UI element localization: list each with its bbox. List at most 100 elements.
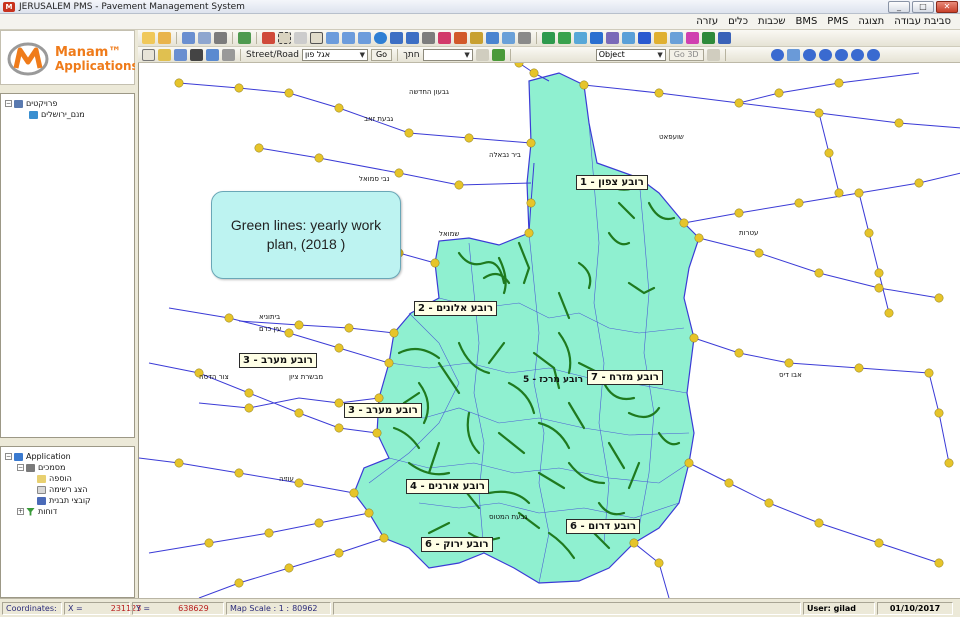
network-node[interactable] xyxy=(774,88,784,98)
save-icon[interactable] xyxy=(182,32,195,44)
network-node[interactable] xyxy=(284,88,294,98)
network-node[interactable] xyxy=(334,548,344,558)
network-node[interactable] xyxy=(464,133,474,143)
network-node[interactable] xyxy=(374,393,384,403)
network-node[interactable] xyxy=(244,388,254,398)
menu-pms[interactable]: PMS xyxy=(822,16,853,27)
redo-icon[interactable] xyxy=(406,32,419,44)
collapse-icon[interactable]: − xyxy=(5,100,12,107)
identify-icon[interactable] xyxy=(606,32,619,44)
region-label-oranim[interactable]: רובע אורנים - 4 xyxy=(406,479,489,494)
network-node[interactable] xyxy=(389,328,399,338)
network-node[interactable] xyxy=(654,88,664,98)
network-node[interactable] xyxy=(934,293,944,303)
nav-north-icon[interactable] xyxy=(866,48,880,61)
maximize-button[interactable]: □ xyxy=(912,1,934,13)
street-combo[interactable]: אגל פון ▼ xyxy=(301,48,368,61)
table-icon[interactable] xyxy=(718,32,731,44)
network-node[interactable] xyxy=(254,143,264,153)
tree-item-project[interactable]: מנם_ירושלים xyxy=(29,110,85,119)
label-icon[interactable] xyxy=(158,48,171,61)
network-node[interactable] xyxy=(174,78,184,88)
network-node[interactable] xyxy=(526,138,536,148)
network-node[interactable] xyxy=(234,578,244,588)
network-node[interactable] xyxy=(514,63,524,68)
network-node[interactable] xyxy=(430,258,440,268)
network-node[interactable] xyxy=(784,358,794,368)
pan-hand-icon[interactable] xyxy=(310,32,323,44)
network-node[interactable] xyxy=(754,248,764,258)
region-label-west-a[interactable]: רובע מערב - 3 xyxy=(239,353,317,368)
menu-view[interactable]: תצוגה xyxy=(853,16,889,27)
help-icon[interactable] xyxy=(670,32,683,44)
network-node[interactable] xyxy=(814,268,824,278)
region-label-west-b[interactable]: רובע מערב - 3 xyxy=(344,403,422,418)
map-pin-icon[interactable] xyxy=(454,32,467,44)
section-combo[interactable]: ▼ xyxy=(422,48,473,61)
region-label-north[interactable]: רובע צפון - 1 xyxy=(576,175,648,190)
settings-icon[interactable] xyxy=(654,32,667,44)
network-node[interactable] xyxy=(734,208,744,218)
network-node[interactable] xyxy=(854,188,864,198)
region-label-center[interactable]: רובע מרכז - 5 xyxy=(519,373,587,388)
network-node[interactable] xyxy=(526,198,536,208)
network-node[interactable] xyxy=(314,518,324,528)
network-node[interactable] xyxy=(684,458,694,468)
network-node[interactable] xyxy=(379,533,389,543)
network-node[interactable] xyxy=(734,348,744,358)
nav-tilt-icon[interactable] xyxy=(834,48,848,61)
network-node[interactable] xyxy=(944,458,954,468)
nav-level-icon[interactable] xyxy=(850,48,864,61)
network-node[interactable] xyxy=(334,103,344,113)
network-node[interactable] xyxy=(264,528,274,538)
collapse-icon[interactable]: − xyxy=(5,453,12,460)
nav-select-icon[interactable] xyxy=(786,48,800,61)
camera-icon[interactable] xyxy=(190,48,203,61)
g-icon[interactable] xyxy=(486,32,499,44)
network-node[interactable] xyxy=(349,488,359,498)
save-all-icon[interactable] xyxy=(198,32,211,44)
select-rectangle-icon[interactable] xyxy=(278,32,291,44)
network-node[interactable] xyxy=(894,118,904,128)
search-doc-icon[interactable] xyxy=(622,32,635,44)
star-icon[interactable] xyxy=(638,32,651,44)
network-node[interactable] xyxy=(204,538,214,548)
tree-item-reports[interactable]: + דוחות xyxy=(17,507,57,516)
network-node[interactable] xyxy=(834,188,844,198)
region-label-alonim[interactable]: רובע אלונים - 2 xyxy=(414,301,497,316)
map-canvas[interactable]: Green lines: yearly work plan, (2018 ) ר… xyxy=(138,63,960,598)
network-node[interactable] xyxy=(244,403,254,413)
grid-icon[interactable] xyxy=(222,48,235,61)
collapse-icon[interactable]: − xyxy=(17,464,24,471)
network-node[interactable] xyxy=(394,168,404,178)
highlighter-icon[interactable] xyxy=(262,32,275,44)
menu-workspace[interactable]: סביבת עבודה xyxy=(889,16,956,27)
measure-icon[interactable] xyxy=(574,32,587,44)
network-node[interactable] xyxy=(454,180,464,190)
network-node[interactable] xyxy=(679,218,689,228)
3d-icon[interactable] xyxy=(706,48,720,61)
network-node[interactable] xyxy=(524,228,534,238)
transfer-icon[interactable] xyxy=(518,32,531,44)
object-combo[interactable]: Object ▼ xyxy=(595,48,666,61)
network-node[interactable] xyxy=(854,363,864,373)
network-node[interactable] xyxy=(372,428,382,438)
network-node[interactable] xyxy=(629,538,639,548)
network-node[interactable] xyxy=(724,478,734,488)
layers-stack-icon[interactable] xyxy=(542,32,555,44)
region-label-green[interactable]: רובע ירוק - 6 xyxy=(421,537,493,552)
zoom-extent-icon[interactable] xyxy=(358,32,371,44)
network-node[interactable] xyxy=(814,518,824,528)
zoom-out-icon[interactable] xyxy=(342,32,355,44)
minimize-button[interactable]: _ xyxy=(888,1,910,13)
list-icon[interactable] xyxy=(174,48,187,61)
network-node[interactable] xyxy=(314,153,324,163)
network-node[interactable] xyxy=(874,538,884,548)
region-label-south[interactable]: רובע דרום - 6 xyxy=(566,519,641,534)
tree-item-show-list[interactable]: הצג רשימה xyxy=(37,485,87,494)
globe-icon[interactable] xyxy=(238,32,251,44)
network-node[interactable] xyxy=(824,148,834,158)
network-node[interactable] xyxy=(174,458,184,468)
network-node[interactable] xyxy=(694,233,704,243)
menu-tools[interactable]: כלים xyxy=(723,16,753,27)
